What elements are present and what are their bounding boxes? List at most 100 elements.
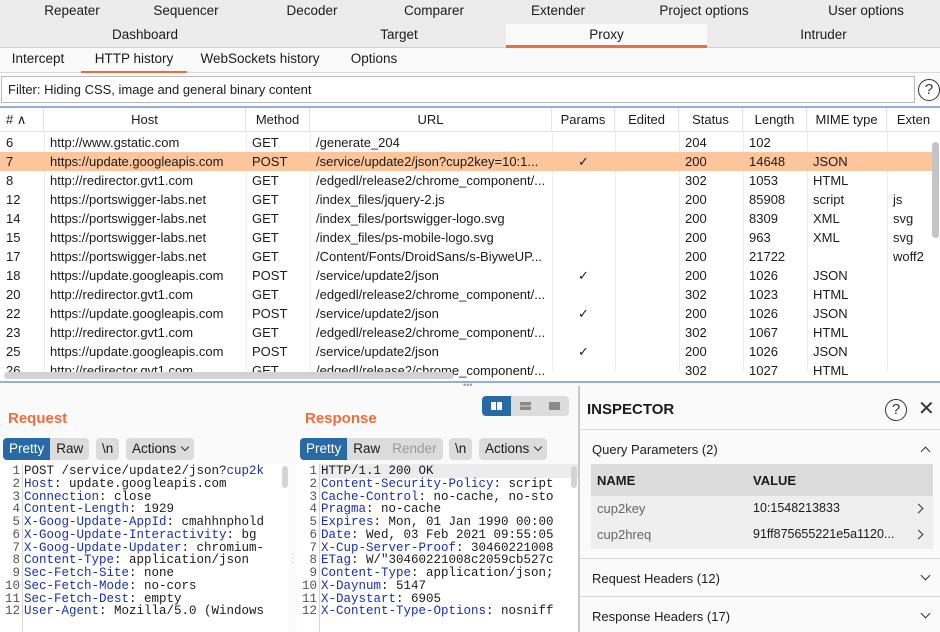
table-row[interactable]: 8 http://redirector.gvt1.com GET/edgedl/re… [0,171,932,190]
table-row[interactable]: 12 https://portswigger-labs.net GET/index_… [0,190,932,209]
request-pretty-button[interactable]: Pretty [3,438,51,460]
request-view-toggle: Pretty Raw [3,438,90,460]
response-editor-scrollbar[interactable] [571,466,577,488]
request-editor-scrollbar[interactable] [282,466,288,488]
query-parameters-section[interactable]: Query Parameters (2) [592,442,718,457]
cell-edited [615,266,679,285]
tab-sequencer[interactable]: Sequencer [114,0,258,24]
subtab-websockets-history[interactable]: WebSockets history [196,48,324,73]
vertical-splitter[interactable]: · · · [289,386,297,632]
table-row-selected[interactable]: 7 https://update.googleapis.com POST/servi… [0,152,932,171]
cell-mime-type: XML [813,211,840,226]
cell-mime-type: HTML [813,173,849,188]
response-editor[interactable]: 1 HTTP/1.1 200 OK 2 Content-Security-Policy… [297,464,578,632]
response-raw-button[interactable]: Raw [347,438,387,460]
cell-status: 302 [685,325,707,340]
cell-extension [887,323,937,342]
cell-status: 200 [685,192,707,207]
inspector-title: INSPECTOR [587,401,675,418]
response-view-toggle: Pretty Raw Render [300,438,443,460]
chevron-right-icon[interactable] [913,503,924,514]
response-title: Response [305,410,377,427]
column-header-extension[interactable]: Exten [887,108,940,132]
cell-method: GET [252,192,279,207]
cell-extension: svg [893,230,914,245]
cell-length: 1026 [749,344,778,359]
request-actions-button[interactable]: Actions [126,438,195,460]
response-actions-button[interactable]: Actions [479,438,548,460]
tab-target[interactable]: Target [254,24,544,48]
chevron-down-icon[interactable] [920,608,931,619]
table-row[interactable]: 25 https://update.googleapis.com POST/serv… [0,342,932,361]
filter-bar[interactable]: Filter: Hiding CSS, image and general bi… [1,76,915,103]
response-headers-section[interactable]: Response Headers (17) [592,609,730,624]
cell-edited [615,361,679,380]
tab-intruder[interactable]: Intruder [707,24,940,48]
request-newline-button[interactable]: \n [96,438,120,460]
cell-url: /service/update2/json?cup2key=10:1... [316,154,539,169]
layout-single-button[interactable] [540,396,569,416]
close-icon[interactable]: ✕ [918,398,935,420]
subtab-intercept[interactable]: Intercept [2,48,74,73]
response-render-button[interactable]: Render [386,438,443,460]
cell-params [552,323,615,342]
table-vertical-scrollbar[interactable] [932,142,939,238]
column-header-params[interactable]: Params [552,108,615,132]
layout-side-by-side-button[interactable] [482,396,511,416]
tab-extender[interactable]: Extender [486,0,630,24]
table-row[interactable]: 6 http://www.gstatic.com GET/generate_204 2… [0,133,932,152]
header-name: User-Agent [24,604,100,619]
query-parameters-table: NAME VALUE cup2key 10:1548213833 cup2hre… [591,464,933,549]
table-row[interactable]: 17 https://portswigger-labs.net GET/Conten… [0,247,932,266]
table-row[interactable]: 14 https://portswigger-labs.net GET/index_… [0,209,932,228]
header-name: X-Content-Type-Options [321,604,487,619]
cell-url: /service/update2/json [316,306,439,321]
chevron-right-icon[interactable] [913,529,924,540]
column-header-status[interactable]: Status [679,108,743,132]
layout-stacked-button[interactable] [511,396,540,416]
column-header-method[interactable]: Method [246,108,310,132]
column-header-number[interactable]: # ∧ [0,108,44,132]
single-pane-icon [549,402,560,410]
table-row[interactable]: 20 http://redirector.gvt1.com GET/edgedl/r… [0,285,932,304]
column-header-mime-type[interactable]: MIME type [807,108,887,132]
response-pretty-button[interactable]: Pretty [300,438,348,460]
response-newline-button[interactable]: \n [449,438,473,460]
query-param-row[interactable]: cup2hreq 91ff875655221e5a1120... [591,522,933,548]
table-row[interactable]: 22 https://update.googleapis.com POST/serv… [0,304,932,323]
tab-project-options[interactable]: Project options [632,0,776,24]
tab-user-options[interactable]: User options [794,0,938,24]
request-editor[interactable]: 1 POST /service/update2/json?cup2k 2 Host: … [0,464,289,632]
tab-comparer[interactable]: Comparer [362,0,506,24]
cell-extension [887,152,937,171]
cell-number: 18 [6,268,21,283]
chevron-down-icon[interactable] [920,570,931,581]
cell-host: http://redirector.gvt1.com [50,173,194,188]
request-headers-section[interactable]: Request Headers (12) [592,571,720,586]
subtab-http-history[interactable]: HTTP history [81,48,187,73]
cell-edited [615,285,679,304]
table-row[interactable]: 18 https://update.googleapis.com POST/serv… [0,266,932,285]
column-header-edited[interactable]: Edited [615,108,679,132]
table-row[interactable]: 23 http://redirector.gvt1.com GET/edgedl/r… [0,323,932,342]
cell-status: 200 [685,211,707,226]
table-row[interactable]: 15 https://portswigger-labs.net GET/index_… [0,228,932,247]
column-header-host[interactable]: Host [44,108,246,132]
help-icon[interactable]: ? [918,79,940,101]
cell-method: POST [252,306,288,321]
http-history-table: # ∧ Host Method URL Params Edited Status… [0,106,940,381]
tab-dashboard[interactable]: Dashboard [0,24,290,48]
tab-proxy[interactable]: Proxy [506,24,707,48]
request-raw-button[interactable]: Raw [50,438,90,460]
query-param-row[interactable]: cup2key 10:1548213833 [591,496,933,522]
help-icon[interactable]: ? [885,399,907,421]
header-value: : nosniff [486,604,554,619]
name-column-header: NAME [597,473,636,488]
column-header-url[interactable]: URL [310,108,552,132]
chevron-down-icon [534,442,543,452]
column-header-length[interactable]: Length [743,108,807,132]
table-horizontal-scrollbar[interactable] [4,372,454,379]
chevron-up-icon[interactable] [920,446,931,457]
cell-host: http://www.gstatic.com [50,135,180,150]
subtab-options[interactable]: Options [343,48,405,73]
